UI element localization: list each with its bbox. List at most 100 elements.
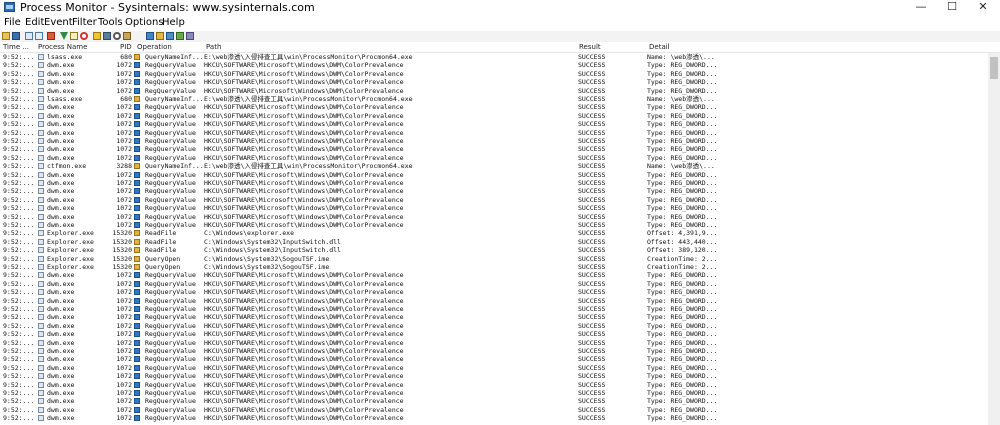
- table-row[interactable]: 9:52:... dwm.exe 1072 RegQueryValue HKCU\SOF…: [0, 78, 988, 86]
- cell-pid: 1072: [116, 355, 132, 364]
- table-row[interactable]: 9:52:... dwm.exe 1072 RegQueryValue HKCU\SOF…: [0, 196, 988, 204]
- table-row[interactable]: 9:52:... Explorer.exe 15320 ReadFile C:\Wind…: [0, 246, 988, 254]
- process-icon: [38, 238, 44, 245]
- process-tree-icon[interactable]: [93, 32, 101, 40]
- col-process[interactable]: Process Name: [38, 42, 87, 52]
- col-pid[interactable]: PID: [120, 42, 132, 52]
- table-row[interactable]: 9:52:... dwm.exe 1072 RegQueryValue HKCU\SOF…: [0, 305, 988, 313]
- menu-filter[interactable]: Filter: [72, 15, 97, 31]
- table-row[interactable]: 9:52:... dwm.exe 1072 RegQueryValue HKCU\SOF…: [0, 154, 988, 162]
- table-row[interactable]: 9:52:... dwm.exe 1072 RegQueryValue HKCU\SOF…: [0, 406, 988, 414]
- maximize-button[interactable]: ☐: [937, 0, 967, 15]
- table-row[interactable]: 9:52:... lsass.exe 680 QueryNameInf... E:\we…: [0, 53, 988, 61]
- col-time[interactable]: Time ...: [3, 42, 29, 52]
- table-row[interactable]: 9:52:... dwm.exe 1072 RegQueryValue HKCU\SOF…: [0, 364, 988, 372]
- table-row[interactable]: 9:52:... dwm.exe 1072 RegQueryValue HKCU\SOF…: [0, 171, 988, 179]
- table-row[interactable]: 9:52:... lsass.exe 680 QueryNameInf... E:\we…: [0, 95, 988, 103]
- table-row[interactable]: 9:52:... dwm.exe 1072 RegQueryValue HKCU\SOF…: [0, 103, 988, 111]
- menu-edit[interactable]: Edit: [25, 15, 44, 31]
- table-row[interactable]: 9:52:... dwm.exe 1072 RegQueryValue HKCU\SOF…: [0, 61, 988, 69]
- table-row[interactable]: 9:52:... dwm.exe 1072 RegQueryValue HKCU\SOF…: [0, 187, 988, 195]
- table-row[interactable]: 9:52:... dwm.exe 1072 RegQueryValue HKCU\SOF…: [0, 145, 988, 153]
- registry-activity-icon[interactable]: [146, 32, 154, 40]
- table-row[interactable]: 9:52:... dwm.exe 1072 RegQueryValue HKCU\SOF…: [0, 381, 988, 389]
- table-row[interactable]: 9:52:... dwm.exe 1072 RegQueryValue HKCU\SOF…: [0, 288, 988, 296]
- table-row[interactable]: 9:52:... dwm.exe 1072 RegQueryValue HKCU\SOF…: [0, 355, 988, 363]
- col-path[interactable]: Path: [206, 42, 221, 52]
- cell-time: 9:52:...: [3, 170, 35, 179]
- cell-path: HKCU\SOFTWARE\Microsoft\Windows\DWM\Colo…: [204, 69, 404, 78]
- table-row[interactable]: 9:52:... dwm.exe 1072 RegQueryValue HKCU\SOF…: [0, 414, 988, 422]
- cell-time: 9:52:...: [3, 305, 35, 313]
- registry-operation-icon: [134, 322, 140, 329]
- process-activity-icon[interactable]: [176, 32, 184, 40]
- table-row[interactable]: 9:52:... dwm.exe 1072 RegQueryValue HKCU\SOF…: [0, 120, 988, 128]
- cell-pid: 1072: [116, 195, 132, 204]
- registry-operation-icon: [134, 272, 140, 279]
- table-row[interactable]: 9:52:... Explorer.exe 15320 QueryOpen C:\Win…: [0, 255, 988, 263]
- find-icon[interactable]: [113, 32, 121, 40]
- menu-file[interactable]: File: [4, 15, 21, 31]
- table-row[interactable]: 9:52:... dwm.exe 1072 RegQueryValue HKCU\SOF…: [0, 322, 988, 330]
- include-process-icon[interactable]: [80, 32, 88, 40]
- vertical-scrollbar[interactable]: [988, 53, 1000, 425]
- save-icon[interactable]: [12, 32, 20, 40]
- table-row[interactable]: 9:52:... ctfmon.exe 3288 QueryNameInf... E:\…: [0, 162, 988, 170]
- table-row[interactable]: 9:52:... dwm.exe 1072 RegQueryValue HKCU\SOF…: [0, 389, 988, 397]
- scrollbar-thumb[interactable]: [990, 57, 998, 79]
- capture-icon[interactable]: [25, 32, 33, 40]
- clear-icon[interactable]: [47, 32, 55, 40]
- table-row[interactable]: 9:52:... Explorer.exe 15320 QueryOpen C:\Win…: [0, 263, 988, 271]
- table-row[interactable]: 9:52:... dwm.exe 1072 RegQueryValue HKCU\SOF…: [0, 204, 988, 212]
- filter-icon[interactable]: [60, 32, 68, 40]
- table-row[interactable]: 9:52:... dwm.exe 1072 RegQueryValue HKCU\SOF…: [0, 179, 988, 187]
- cell-pid: 1072: [116, 372, 132, 381]
- col-operation[interactable]: Operation: [137, 42, 172, 52]
- jump-to-icon[interactable]: [123, 32, 131, 40]
- table-row[interactable]: 9:52:... dwm.exe 1072 RegQueryValue HKCU\SOF…: [0, 213, 988, 221]
- open-icon[interactable]: [2, 32, 10, 40]
- table-row[interactable]: 9:52:... dwm.exe 1072 RegQueryValue HKCU\SOF…: [0, 347, 988, 355]
- network-icon[interactable]: [103, 32, 111, 40]
- title-bar: Process Monitor - Sysinternals: www.sysi…: [0, 0, 1000, 15]
- table-row[interactable]: 9:52:... dwm.exe 1072 RegQueryValue HKCU\SOF…: [0, 397, 988, 405]
- table-row[interactable]: 9:52:... dwm.exe 1072 RegQueryValue HKCU\SOF…: [0, 221, 988, 229]
- menu-help[interactable]: Help: [162, 15, 185, 31]
- cell-path: HKCU\SOFTWARE\Microsoft\Windows\DWM\Colo…: [204, 170, 404, 179]
- table-row[interactable]: 9:52:... dwm.exe 1072 RegQueryValue HKCU\SOF…: [0, 339, 988, 347]
- table-row[interactable]: 9:52:... dwm.exe 1072 RegQueryValue HKCU\SOF…: [0, 297, 988, 305]
- filesystem-activity-icon[interactable]: [156, 32, 164, 40]
- cell-operation: RegQueryValue: [145, 414, 196, 423]
- table-row[interactable]: 9:52:... dwm.exe 1072 RegQueryValue HKCU\SOF…: [0, 70, 988, 78]
- autoscroll-icon[interactable]: [35, 32, 43, 40]
- close-button[interactable]: ✕: [968, 0, 998, 15]
- table-row[interactable]: 9:52:... dwm.exe 1072 RegQueryValue HKCU\SOF…: [0, 271, 988, 279]
- network-activity-icon[interactable]: [166, 32, 174, 40]
- registry-operation-icon: [134, 373, 140, 380]
- cell-pid: 1072: [116, 137, 132, 145]
- col-result[interactable]: Result: [579, 42, 601, 52]
- table-row[interactable]: 9:52:... Explorer.exe 15320 ReadFile C:\Wind…: [0, 229, 988, 237]
- table-row[interactable]: 9:52:... dwm.exe 1072 RegQueryValue HKCU\SOF…: [0, 87, 988, 95]
- cell-time: 9:52:...: [3, 195, 35, 204]
- cell-pid: 1072: [116, 380, 132, 389]
- menu-options[interactable]: Options: [125, 15, 164, 31]
- table-row[interactable]: 9:52:... dwm.exe 1072 RegQueryValue HKCU\SOF…: [0, 112, 988, 120]
- highlight-icon[interactable]: [70, 32, 78, 40]
- menu-event[interactable]: Event: [44, 15, 73, 31]
- table-row[interactable]: 9:52:... dwm.exe 1072 RegQueryValue HKCU\SOF…: [0, 372, 988, 380]
- profiling-activity-icon[interactable]: [186, 32, 194, 40]
- col-detail[interactable]: Detail: [649, 42, 670, 52]
- table-row[interactable]: 9:52:... Explorer.exe 15320 ReadFile C:\Wind…: [0, 238, 988, 246]
- table-row[interactable]: 9:52:... dwm.exe 1072 RegQueryValue HKCU\SOF…: [0, 280, 988, 288]
- table-row[interactable]: 9:52:... dwm.exe 1072 RegQueryValue HKCU\SOF…: [0, 137, 988, 145]
- menu-tools[interactable]: Tools: [98, 15, 123, 31]
- table-row[interactable]: 9:52:... dwm.exe 1072 RegQueryValue HKCU\SOF…: [0, 129, 988, 137]
- cell-operation: RegQueryValue: [145, 187, 196, 196]
- minimize-button[interactable]: —: [906, 0, 936, 15]
- cell-time: 9:52:...: [3, 221, 35, 229]
- table-row[interactable]: 9:52:... dwm.exe 1072 RegQueryValue HKCU\SOF…: [0, 313, 988, 321]
- cell-result: SUCCESS: [578, 95, 606, 103]
- cell-detail: Type: REG_DWORD...: [647, 380, 718, 389]
- table-row[interactable]: 9:52:... dwm.exe 1072 RegQueryValue HKCU\SOF…: [0, 330, 988, 338]
